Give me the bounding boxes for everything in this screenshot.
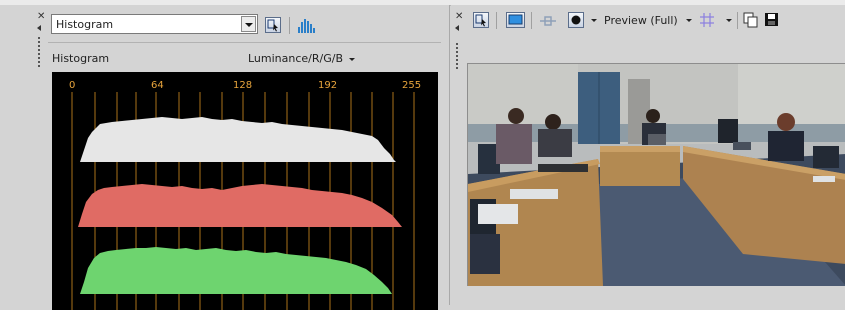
grid-overlay-icon[interactable]: [700, 13, 714, 27]
tick-label-255: 255: [402, 80, 421, 91]
tick-label-64: 64: [151, 80, 164, 91]
histogram-view-icon[interactable]: [297, 17, 317, 33]
toolbar-separator: [289, 17, 290, 34]
overlay-circle-icon: [571, 15, 581, 25]
grid-dropdown-icon[interactable]: [726, 19, 732, 22]
dock-arrow-icon[interactable]: [455, 25, 459, 31]
chevron-down-icon: [245, 23, 253, 27]
toolbar-separator: [531, 12, 532, 29]
close-preview-icon[interactable]: ✕: [455, 12, 463, 22]
header-divider: [48, 42, 441, 43]
toolbar-separator: [496, 12, 497, 29]
channel-mode-label: Luminance/R/G/B: [248, 52, 344, 65]
luminance-histogram: [80, 117, 396, 162]
dock-arrow-icon[interactable]: [37, 25, 41, 31]
video-preview-panel: ✕ Preview (Full): [451, 5, 845, 305]
close-panel-icon[interactable]: ✕: [37, 12, 45, 22]
histogram-svg: 0 64 128 192 255: [69, 80, 421, 310]
overlays-dropdown-icon[interactable]: [591, 19, 597, 22]
preview-quality-selector[interactable]: Preview (Full): [604, 14, 678, 27]
channel-mode-selector[interactable]: Luminance/R/G/B: [248, 52, 356, 65]
monitor-icon: [508, 14, 523, 25]
dropdown-arrow-button[interactable]: [241, 16, 256, 32]
green-histogram: [80, 247, 392, 294]
toolbar-separator: [737, 12, 738, 29]
copy-snapshot-icon[interactable]: [743, 12, 759, 28]
settings-pointer-icon: [267, 19, 278, 32]
video-preview-frame[interactable]: [467, 63, 845, 286]
preview-grip-icon[interactable]: [456, 43, 458, 71]
preview-settings-button[interactable]: [473, 12, 489, 28]
scope-type-dropdown[interactable]: Histogram: [51, 14, 258, 34]
preview-quality-dropdown-icon[interactable]: [686, 19, 692, 22]
red-histogram: [78, 184, 402, 227]
scope-settings-button[interactable]: [265, 17, 281, 33]
video-scopes-panel: ✕ Histogram Histogram Luminance/R/G/B 0 …: [0, 5, 450, 310]
tick-label-128: 128: [233, 80, 252, 91]
panel-grip-lower-icon[interactable]: [38, 53, 40, 69]
split-screen-icon[interactable]: [539, 14, 557, 28]
save-snapshot-icon[interactable]: [764, 12, 780, 28]
external-monitor-button[interactable]: [506, 12, 525, 28]
settings-pointer-icon: [475, 14, 486, 27]
meeting-room-image: [468, 64, 845, 286]
panel-divider[interactable]: [449, 5, 450, 305]
overlays-button[interactable]: [568, 12, 584, 28]
chevron-down-icon: [349, 57, 356, 61]
tick-label-192: 192: [318, 80, 337, 91]
tick-label-0: 0: [69, 80, 75, 91]
scope-type-value: Histogram: [56, 18, 114, 31]
histogram-plot: 0 64 128 192 255: [52, 72, 438, 310]
panel-title: Histogram: [52, 52, 110, 65]
